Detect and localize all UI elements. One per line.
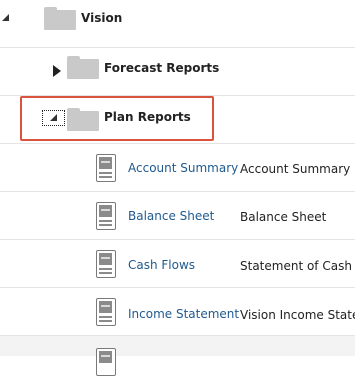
tree-label-vision: Vision xyxy=(81,11,123,25)
folder-icon xyxy=(44,7,76,30)
report-link[interactable]: Income Statement xyxy=(128,307,239,321)
report-icon xyxy=(96,250,116,278)
report-link[interactable]: Cash Flows xyxy=(128,258,195,272)
report-description: Account Summary Re xyxy=(240,162,355,176)
report-row[interactable]: Account Summary Account Summary Re xyxy=(0,144,355,192)
report-icon xyxy=(96,348,116,376)
report-description: Vision Income Statem xyxy=(240,308,355,322)
report-row[interactable]: Income Statement Vision Income Statem xyxy=(0,288,355,336)
report-description: Statement of Cash Fl xyxy=(240,259,355,273)
tree-label-plan-reports: Plan Reports xyxy=(104,110,191,124)
report-row-partial[interactable] xyxy=(0,336,355,376)
report-row[interactable]: Cash Flows Statement of Cash Fl xyxy=(0,240,355,288)
report-description: Balance Sheet xyxy=(240,210,327,224)
report-link[interactable]: Account Summary xyxy=(128,161,238,175)
collapsed-triangle-icon[interactable] xyxy=(53,65,61,77)
tree-label-forecast-reports: Forecast Reports xyxy=(104,61,220,75)
tree-row-vision[interactable]: Vision xyxy=(0,0,355,48)
tree-row-plan-reports[interactable]: Plan Reports xyxy=(0,96,355,144)
report-row[interactable]: Balance Sheet Balance Sheet xyxy=(0,192,355,240)
report-icon xyxy=(96,154,116,182)
expanded-triangle-icon[interactable] xyxy=(50,114,57,121)
folder-icon xyxy=(67,56,99,79)
folder-icon xyxy=(67,108,99,131)
expanded-triangle-icon[interactable] xyxy=(2,14,9,21)
tree-row-forecast-reports[interactable]: Forecast Reports xyxy=(0,48,355,96)
report-icon xyxy=(96,202,116,230)
report-icon xyxy=(96,298,116,326)
report-link[interactable]: Balance Sheet xyxy=(128,209,214,223)
